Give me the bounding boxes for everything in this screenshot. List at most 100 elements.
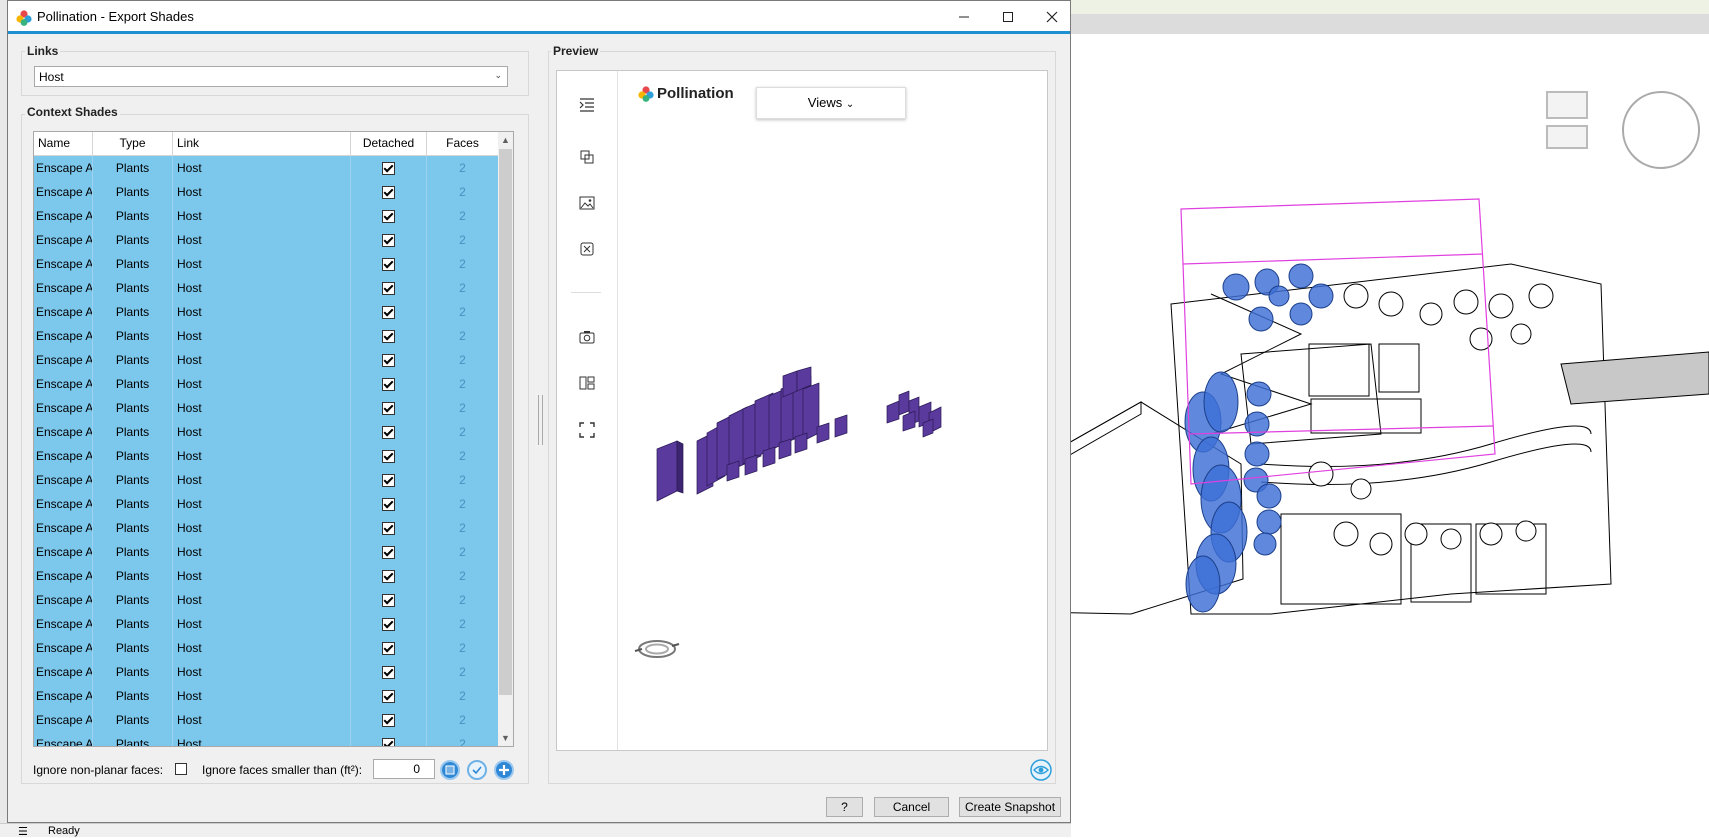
cell-detached <box>351 708 427 732</box>
detached-checkbox[interactable] <box>382 642 395 656</box>
detached-checkbox[interactable] <box>382 306 395 320</box>
table-row[interactable]: Enscape A Plants Host 2 <box>34 636 499 660</box>
min-face-area-input[interactable]: 0 <box>373 759 435 779</box>
column-header-link[interactable]: Link <box>173 132 351 155</box>
maximize-button[interactable] <box>988 5 1028 29</box>
table-row[interactable]: Enscape A Plants Host 2 <box>34 324 499 348</box>
table-row[interactable]: Enscape A Plants Host 2 <box>34 492 499 516</box>
title-bar[interactable]: Pollination - Export Shades <box>8 1 1070 34</box>
column-header-detached[interactable]: Detached <box>351 132 427 155</box>
detached-checkbox[interactable] <box>382 162 395 176</box>
cell-type: Plants <box>93 588 173 612</box>
cell-link: Host <box>173 660 351 684</box>
eye-icon[interactable] <box>1030 759 1052 781</box>
table-row[interactable]: Enscape A Plants Host 2 <box>34 228 499 252</box>
cell-link: Host <box>173 156 351 180</box>
detached-checkbox[interactable] <box>382 186 395 200</box>
cell-faces: 2 <box>427 252 499 276</box>
cell-link: Host <box>173 444 351 468</box>
table-row[interactable]: Enscape A Plants Host 2 <box>34 708 499 732</box>
cell-detached <box>351 372 427 396</box>
column-header-faces[interactable]: Faces <box>427 132 499 155</box>
cell-name: Enscape A <box>34 204 93 228</box>
table-row[interactable]: Enscape A Plants Host 2 <box>34 564 499 588</box>
detached-checkbox[interactable] <box>382 426 395 440</box>
minimize-button[interactable] <box>944 5 984 29</box>
table-row[interactable]: Enscape A Plants Host 2 <box>34 348 499 372</box>
table-row[interactable]: Enscape A Plants Host 2 <box>34 516 499 540</box>
column-header-type[interactable]: Type <box>93 132 173 155</box>
detached-checkbox[interactable] <box>382 282 395 296</box>
cell-type: Plants <box>93 636 173 660</box>
cell-name: Enscape A <box>34 396 93 420</box>
table-scrollbar[interactable]: ▲ ▼ <box>498 132 513 746</box>
table-row[interactable]: Enscape A Plants Host 2 <box>34 252 499 276</box>
table-row[interactable]: Enscape A Plants Host 2 <box>34 276 499 300</box>
detached-checkbox[interactable] <box>382 522 395 536</box>
ignore-nonplanar-checkbox[interactable] <box>175 763 187 775</box>
detached-checkbox[interactable] <box>382 258 395 272</box>
select-all-icon[interactable] <box>440 760 460 780</box>
cell-name: Enscape A <box>34 444 93 468</box>
cell-faces: 2 <box>427 636 499 660</box>
table-row[interactable]: Enscape A Plants Host 2 <box>34 540 499 564</box>
cell-detached <box>351 588 427 612</box>
detached-checkbox[interactable] <box>382 378 395 392</box>
detached-checkbox[interactable] <box>382 474 395 488</box>
chevron-down-icon: ⌄ <box>494 70 502 80</box>
table-row[interactable]: Enscape A Plants Host 2 <box>34 444 499 468</box>
table-row[interactable]: Enscape A Plants Host 2 <box>34 156 499 180</box>
table-row[interactable]: Enscape A Plants Host 2 <box>34 468 499 492</box>
table-row[interactable]: Enscape A Plants Host 2 <box>34 420 499 444</box>
detached-checkbox[interactable] <box>382 690 395 704</box>
scroll-down-icon[interactable]: ▼ <box>498 730 513 746</box>
close-button[interactable] <box>1032 5 1072 29</box>
table-row[interactable]: Enscape A Plants Host 2 <box>34 660 499 684</box>
help-button[interactable]: ? <box>826 797 863 817</box>
panel-splitter[interactable] <box>538 395 543 445</box>
host-3d-view[interactable] <box>1071 34 1709 836</box>
scroll-up-icon[interactable]: ▲ <box>498 132 513 148</box>
scrollbar-thumb[interactable] <box>499 149 512 695</box>
cell-faces: 2 <box>427 348 499 372</box>
table-body: Enscape A Plants Host 2 Enscape A Plants Host 2… <box>34 156 499 746</box>
table-row[interactable]: Enscape A Plants Host 2 <box>34 372 499 396</box>
table-row[interactable]: Enscape A Plants Host 2 <box>34 732 499 746</box>
cell-detached <box>351 300 427 324</box>
viewcube-icon <box>1546 91 1700 169</box>
status-menu-icon: ☰ <box>18 826 28 838</box>
detached-checkbox[interactable] <box>382 450 395 464</box>
table-row[interactable]: Enscape A Plants Host 2 <box>34 684 499 708</box>
create-snapshot-button[interactable]: Create Snapshot <box>959 797 1061 817</box>
column-header-name[interactable]: Name <box>34 132 93 155</box>
cell-faces: 2 <box>427 732 499 746</box>
links-dropdown[interactable]: Host ⌄ <box>34 66 508 87</box>
check-selected-icon[interactable] <box>467 760 487 780</box>
detached-checkbox[interactable] <box>382 354 395 368</box>
preview-viewport[interactable]: Pollination Views ⌄ <box>556 70 1048 751</box>
detached-checkbox[interactable] <box>382 498 395 512</box>
cell-detached <box>351 348 427 372</box>
table-row[interactable]: Enscape A Plants Host 2 <box>34 204 499 228</box>
table-row[interactable]: Enscape A Plants Host 2 <box>34 588 499 612</box>
detached-checkbox[interactable] <box>382 546 395 560</box>
detached-checkbox[interactable] <box>382 234 395 248</box>
detached-checkbox[interactable] <box>382 402 395 416</box>
detached-checkbox[interactable] <box>382 210 395 224</box>
add-icon[interactable] <box>494 760 514 780</box>
detached-checkbox[interactable] <box>382 330 395 344</box>
detached-checkbox[interactable] <box>382 618 395 632</box>
table-row[interactable]: Enscape A Plants Host 2 <box>34 300 499 324</box>
table-row[interactable]: Enscape A Plants Host 2 <box>34 396 499 420</box>
cell-link: Host <box>173 564 351 588</box>
detached-checkbox[interactable] <box>382 666 395 680</box>
cancel-button[interactable]: Cancel <box>874 797 949 817</box>
detached-checkbox[interactable] <box>382 570 395 584</box>
table-row[interactable]: Enscape A Plants Host 2 <box>34 180 499 204</box>
detached-checkbox[interactable] <box>382 738 395 746</box>
cell-type: Plants <box>93 300 173 324</box>
context-shades-table[interactable]: Name Type Link Detached Faces Enscape AP… <box>33 131 514 747</box>
detached-checkbox[interactable] <box>382 594 395 608</box>
detached-checkbox[interactable] <box>382 714 395 728</box>
table-row[interactable]: Enscape A Plants Host 2 <box>34 612 499 636</box>
